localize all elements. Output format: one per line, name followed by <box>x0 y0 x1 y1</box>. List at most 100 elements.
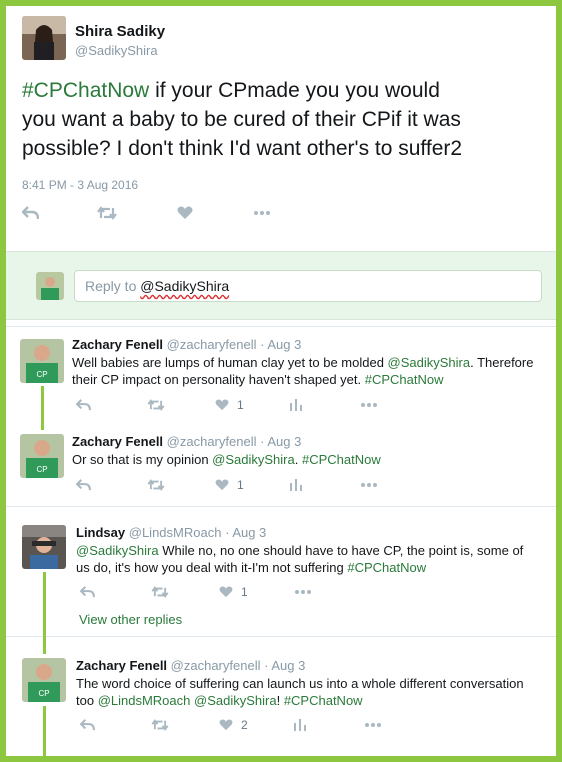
author-handle[interactable]: @SadikyShira <box>75 43 158 58</box>
retweet-icon[interactable] <box>97 206 117 220</box>
more-icon[interactable] <box>253 210 271 216</box>
tweet-text-line3: possible? I don't think I'd want other's… <box>22 137 463 160</box>
hashtag-link[interactable]: #CPChatNow <box>365 372 444 387</box>
mention-link[interactable]: @SadikyShira <box>76 543 159 558</box>
reply-header: Zachary Fenell @zacharyfenell · Aug 3 <box>76 658 305 673</box>
reply-actions: 1 <box>76 398 378 412</box>
reply-author-handle[interactable]: @zacharyfenell <box>167 434 257 449</box>
analytics-icon[interactable] <box>289 479 302 491</box>
reply-icon[interactable] <box>80 719 95 731</box>
reply-date-separator: · <box>264 658 269 673</box>
reply-author-handle[interactable]: @LindsMRoach <box>129 525 222 540</box>
reply-header: Lindsay @LindsMRoach · Aug 3 <box>76 525 266 540</box>
svg-text:CP: CP <box>36 370 47 379</box>
reply-avatar[interactable]: CP <box>20 434 64 478</box>
reply-date[interactable]: Aug 3 <box>267 434 301 449</box>
reply-text: Or so that is my opinion @SadikyShira. #… <box>72 451 540 468</box>
thread-line <box>43 706 46 756</box>
reply-text-part: . <box>294 452 302 467</box>
reply-date[interactable]: Aug 3 <box>267 337 301 352</box>
mention-link[interactable]: @SadikyShira <box>388 355 471 370</box>
reply-date-separator: · <box>260 434 265 449</box>
more-icon[interactable] <box>360 482 378 488</box>
author-name[interactable]: Shira Sadiky <box>75 23 165 40</box>
reply-date-separator: · <box>225 525 230 540</box>
heart-icon[interactable]: 2 <box>219 718 248 732</box>
tweet-hashtag[interactable]: #CPChatNow <box>22 79 149 102</box>
mention-link[interactable]: @SadikyShira <box>212 452 295 467</box>
reply-date[interactable]: Aug 3 <box>232 525 266 540</box>
reply-icon[interactable] <box>76 399 91 411</box>
reply-input[interactable]: Reply to @SadikyShira <box>74 270 542 302</box>
retweet-icon[interactable] <box>151 586 169 598</box>
divider <box>6 506 556 507</box>
more-icon[interactable] <box>360 402 378 408</box>
more-icon[interactable] <box>294 589 312 595</box>
reply-text-part: Well babies are lumps of human clay yet … <box>72 355 388 370</box>
reply-text: Well babies are lumps of human clay yet … <box>72 354 540 388</box>
analytics-icon[interactable] <box>293 719 306 731</box>
reply-text-part: their CP impact on personality haven't s… <box>72 372 365 387</box>
author-avatar[interactable] <box>22 16 66 60</box>
thread-line <box>43 572 46 654</box>
retweet-icon[interactable] <box>147 399 165 411</box>
reply-author-name[interactable]: Zachary Fenell <box>72 434 163 449</box>
svg-text:CP: CP <box>36 465 47 474</box>
reply-header: Zachary Fenell @zacharyfenell · Aug 3 <box>72 337 301 352</box>
reply-text-part: Or so that is my opinion <box>72 452 213 467</box>
tweet-text: #CPChatNow if your CPmade you you would … <box>22 76 547 163</box>
main-tweet-actions <box>22 206 271 220</box>
reply-author-name[interactable]: Zachary Fenell <box>76 658 167 673</box>
analytics-icon[interactable] <box>289 399 302 411</box>
reply-actions: 1 <box>76 478 378 492</box>
reply-text-part: us do, it's how you deal with it-I'm not… <box>76 560 348 575</box>
reply-icon[interactable] <box>22 206 39 220</box>
reply-text-part: ! <box>276 693 284 708</box>
reply-input-placeholder: Reply to <box>85 278 141 294</box>
reply-actions: 2 <box>80 718 382 732</box>
divider <box>6 636 556 637</box>
like-count: 2 <box>241 718 248 732</box>
tweet-text-line1: if your CPmade you you would <box>149 79 440 102</box>
reply-text: The word choice of suffering can launch … <box>76 675 548 709</box>
hashtag-link[interactable]: #CPChatNow <box>284 693 363 708</box>
like-count: 1 <box>237 478 244 492</box>
like-count: 1 <box>241 585 248 599</box>
reply-icon[interactable] <box>76 479 91 491</box>
heart-icon[interactable]: 1 <box>215 478 244 492</box>
reply-text-part: too <box>76 693 98 708</box>
tweet-detail: Shira Sadiky @SadikyShira #CPChatNow if … <box>6 6 556 756</box>
reply-author-handle[interactable]: @zacharyfenell <box>171 658 261 673</box>
tweet-timestamp[interactable]: 8:41 PM - 3 Aug 2016 <box>22 178 138 192</box>
heart-icon[interactable] <box>177 206 193 220</box>
thread-line <box>41 386 44 430</box>
reply-avatar[interactable]: CP <box>20 339 64 383</box>
view-other-replies-link[interactable]: View other replies <box>79 612 182 627</box>
hashtag-link[interactable]: #CPChatNow <box>347 560 426 575</box>
reply-avatar[interactable] <box>22 525 66 569</box>
mention-link[interactable]: @SadikyShira <box>194 693 277 708</box>
mention-link[interactable]: @LindsMRoach <box>98 693 191 708</box>
retweet-icon[interactable] <box>151 719 169 731</box>
reply-author-name[interactable]: Lindsay <box>76 525 125 540</box>
reply-author-name[interactable]: Zachary Fenell <box>72 337 163 352</box>
reply-avatar[interactable]: CP <box>22 658 66 702</box>
reply-author-handle[interactable]: @zacharyfenell <box>167 337 257 352</box>
reply-date-separator: · <box>260 337 265 352</box>
tweet-text-line2: you want a baby to be cured of their CPi… <box>22 108 461 131</box>
reply-header: Zachary Fenell @zacharyfenell · Aug 3 <box>72 434 301 449</box>
reply-text-part: The word choice of suffering can launch … <box>76 676 524 691</box>
more-icon[interactable] <box>364 722 382 728</box>
reply-box-area: Reply to @SadikyShira <box>6 251 556 320</box>
reply-actions: 1 <box>80 585 312 599</box>
reply-text-part: . Therefore <box>470 355 534 370</box>
like-count: 1 <box>237 398 244 412</box>
divider <box>6 326 556 327</box>
reply-date[interactable]: Aug 3 <box>271 658 305 673</box>
heart-icon[interactable]: 1 <box>219 585 248 599</box>
heart-icon[interactable]: 1 <box>215 398 244 412</box>
reply-input-mention: @SadikyShira <box>140 278 230 294</box>
hashtag-link[interactable]: #CPChatNow <box>302 452 381 467</box>
reply-icon[interactable] <box>80 586 95 598</box>
retweet-icon[interactable] <box>147 479 165 491</box>
